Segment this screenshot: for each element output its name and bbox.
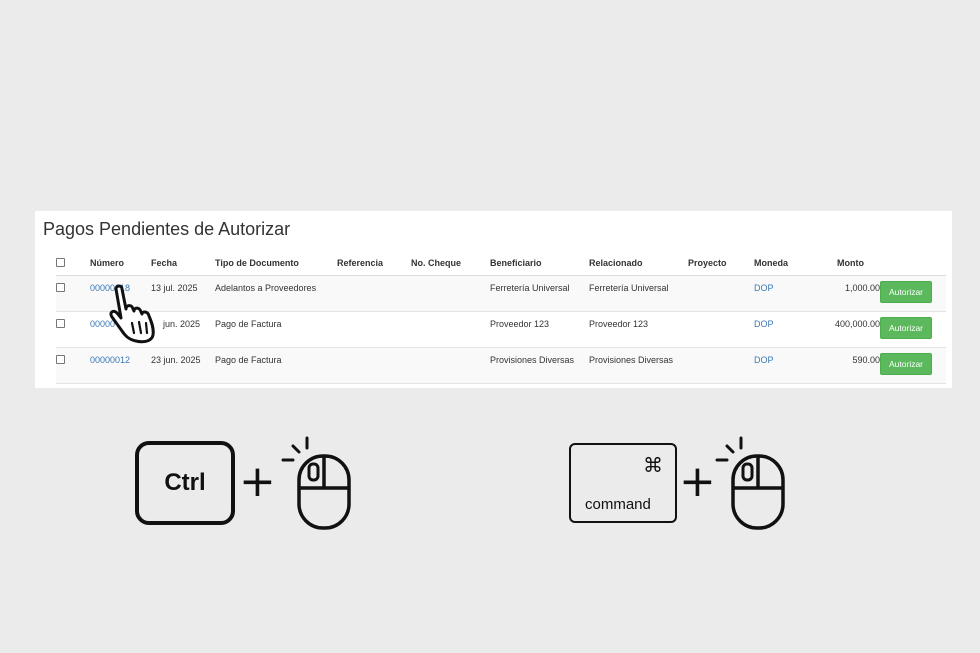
- row-action-cell: Autorizar: [880, 275, 946, 312]
- row-tipo: Pago de Factura: [215, 347, 337, 384]
- page-title: Pagos Pendientes de Autorizar: [43, 219, 291, 239]
- table-row: 00000018 13 jul. 2025 Adelantos a Provee…: [56, 275, 946, 312]
- row-checkbox[interactable]: [56, 355, 65, 364]
- pending-payments-table: Número Fecha Tipo de Documento Referenci…: [56, 251, 946, 384]
- select-all-cell[interactable]: [56, 251, 90, 276]
- ctrl-key-label: Ctrl: [164, 469, 206, 496]
- authorize-button[interactable]: Autorizar: [880, 353, 933, 375]
- row-relacionado: Proveedor 123: [589, 311, 688, 348]
- mouse-left-click-icon: [715, 436, 785, 530]
- row-select-cell[interactable]: [56, 275, 90, 312]
- header-moneda[interactable]: Moneda: [754, 251, 803, 276]
- row-referencia: [337, 311, 411, 348]
- row-proyecto: [688, 275, 754, 312]
- header-beneficiario[interactable]: Beneficiario: [490, 251, 589, 276]
- authorize-button[interactable]: Autorizar: [880, 317, 933, 339]
- table-row: 00000 jun. 2025 Pago de Factura Proveedo…: [56, 311, 946, 348]
- row-monto: 400,000.00: [803, 311, 880, 348]
- plus-sign: +: [679, 456, 716, 507]
- ctrl-key: Ctrl: [135, 441, 235, 525]
- plus-sign: +: [239, 456, 276, 507]
- header-tipo[interactable]: Tipo de Documento: [215, 251, 337, 276]
- row-proyecto: [688, 311, 754, 348]
- pending-payments-panel: Pagos Pendientes de Autorizar Número Fec…: [35, 211, 952, 388]
- row-cheque: [411, 275, 490, 312]
- hand-pointer-icon: [109, 284, 155, 344]
- row-moneda-link[interactable]: DOP: [754, 347, 803, 384]
- row-relacionado: Provisiones Diversas: [589, 347, 688, 384]
- row-tipo: Pago de Factura: [215, 311, 337, 348]
- table-header-row: Número Fecha Tipo de Documento Referenci…: [56, 251, 946, 276]
- header-action: [880, 251, 946, 276]
- row-monto: 590.00: [803, 347, 880, 384]
- row-cheque: [411, 347, 490, 384]
- row-moneda-link[interactable]: DOP: [754, 311, 803, 348]
- authorize-button[interactable]: Autorizar: [880, 281, 933, 303]
- command-key: ⌘ command: [569, 443, 677, 523]
- row-checkbox[interactable]: [56, 283, 65, 292]
- row-relacionado: Ferretería Universal: [589, 275, 688, 312]
- command-symbol-icon: ⌘: [643, 453, 663, 477]
- header-cheque[interactable]: No. Cheque: [411, 251, 490, 276]
- row-action-cell: Autorizar: [880, 311, 946, 348]
- row-proyecto: [688, 347, 754, 384]
- header-numero[interactable]: Número: [90, 251, 151, 276]
- table-row: 00000012 23 jun. 2025 Pago de Factura Pr…: [56, 347, 946, 384]
- select-all-checkbox[interactable]: [56, 257, 65, 267]
- row-checkbox[interactable]: [56, 319, 65, 328]
- header-monto[interactable]: Monto: [803, 251, 880, 276]
- mouse-left-click-icon: [281, 436, 351, 530]
- header-fecha[interactable]: Fecha: [151, 251, 215, 276]
- row-monto: 1,000.00: [803, 275, 880, 312]
- row-tipo: Adelantos a Proveedores: [215, 275, 337, 312]
- ctrl-click-shortcut: Ctrl +: [133, 436, 353, 530]
- header-relacionado[interactable]: Relacionado: [589, 251, 688, 276]
- command-key-label: command: [585, 496, 651, 513]
- row-moneda-link[interactable]: DOP: [754, 275, 803, 312]
- header-referencia[interactable]: Referencia: [337, 251, 411, 276]
- row-cheque: [411, 311, 490, 348]
- row-beneficiario: Ferretería Universal: [490, 275, 589, 312]
- header-proyecto[interactable]: Proyecto: [688, 251, 754, 276]
- row-fecha: 23 jun. 2025: [151, 347, 215, 384]
- command-click-shortcut: ⌘ command +: [567, 436, 787, 530]
- row-referencia: [337, 275, 411, 312]
- row-beneficiario: Provisiones Diversas: [490, 347, 589, 384]
- row-referencia: [337, 347, 411, 384]
- row-action-cell: Autorizar: [880, 347, 946, 384]
- row-select-cell[interactable]: [56, 347, 90, 384]
- row-beneficiario: Proveedor 123: [490, 311, 589, 348]
- row-numero-link[interactable]: 00000012: [90, 347, 151, 384]
- row-select-cell[interactable]: [56, 311, 90, 348]
